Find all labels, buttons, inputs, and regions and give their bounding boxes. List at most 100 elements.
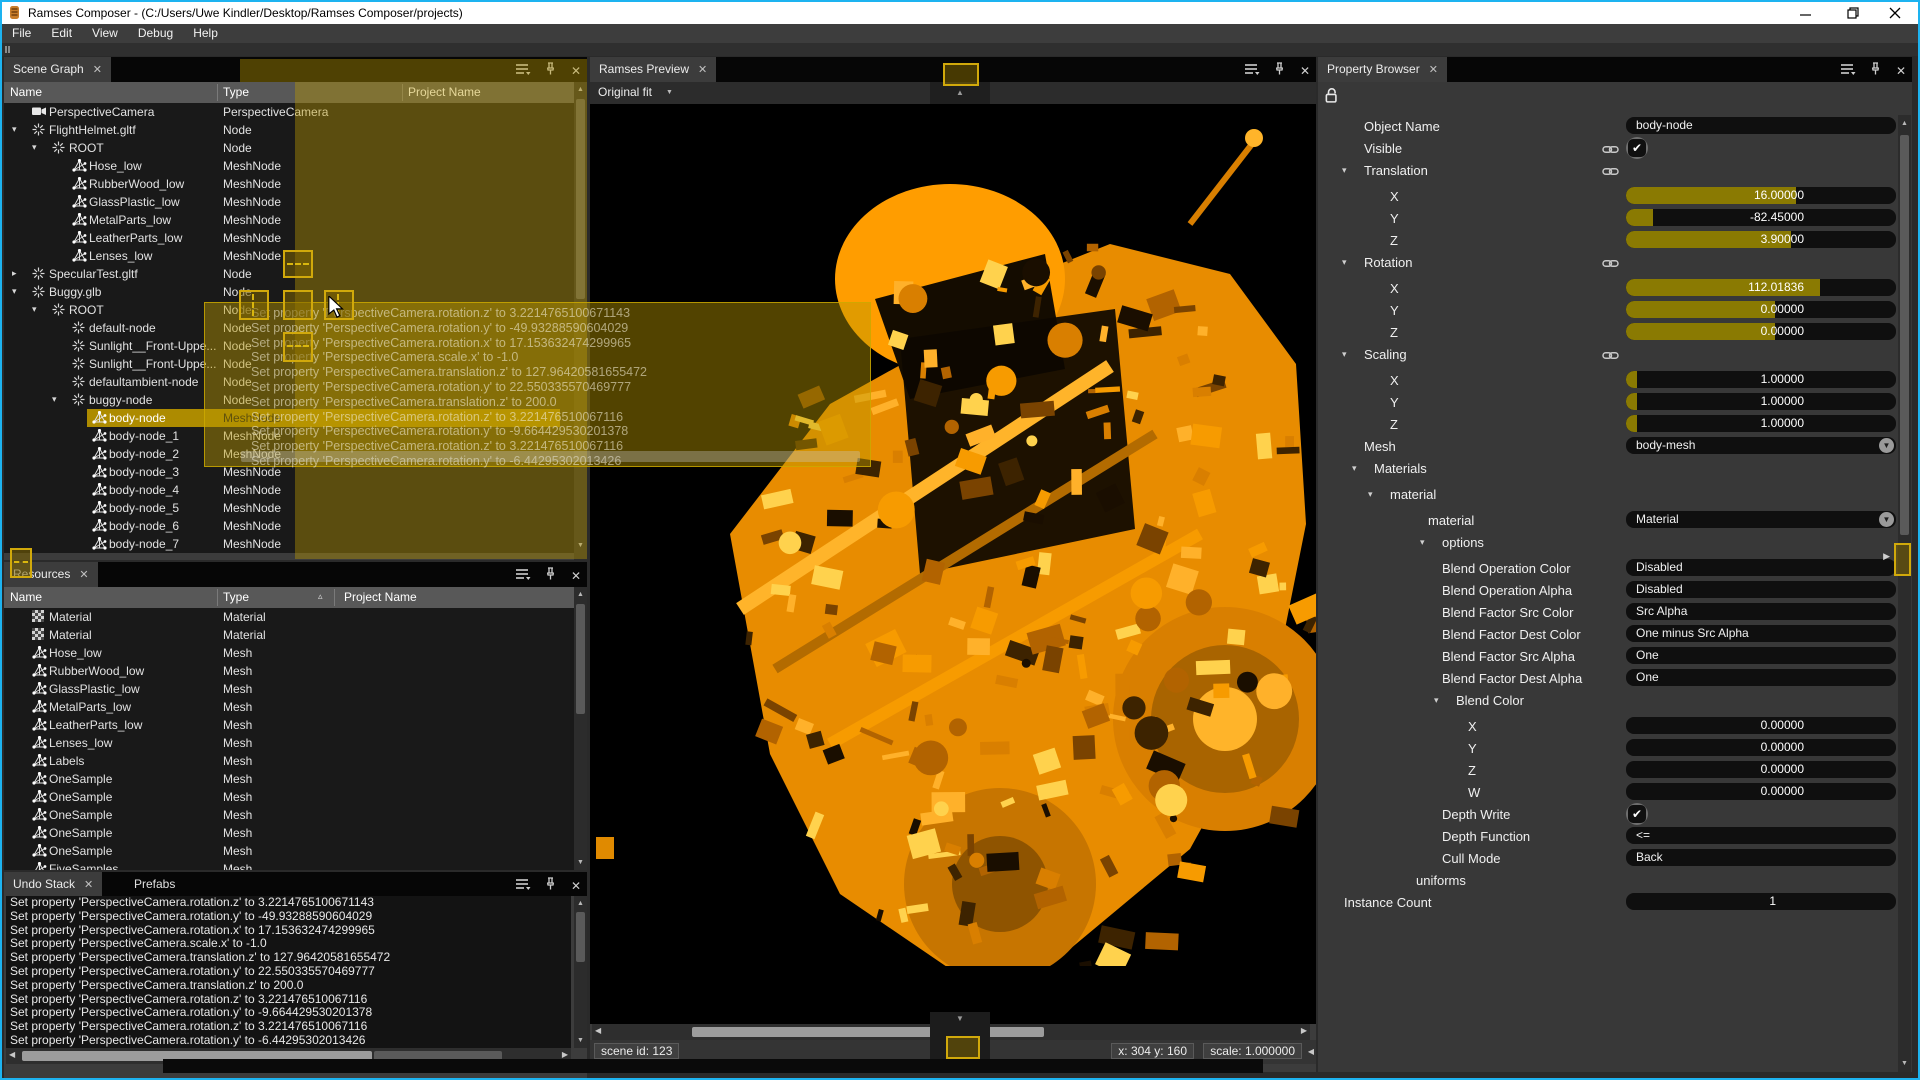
scroll-down-icon[interactable]: ▼: [574, 539, 587, 552]
scrollbar-thumb[interactable]: [576, 604, 585, 714]
table-row[interactable]: MaterialMaterial: [4, 626, 574, 644]
close-icon[interactable]: [1878, 2, 1912, 24]
column-header-type[interactable]: Type: [223, 85, 249, 99]
close-icon[interactable]: ✕: [571, 64, 581, 78]
table-row[interactable]: OneSampleMesh: [4, 770, 574, 788]
tab-resources[interactable]: Resources✕: [4, 562, 98, 587]
scroll-left-icon[interactable]: ◀: [595, 1026, 601, 1035]
table-row[interactable]: body-node_4MeshNode: [4, 481, 574, 499]
scroll-left-icon[interactable]: ◀: [9, 1050, 15, 1059]
table-row[interactable]: LeatherParts_lowMeshNode: [4, 229, 574, 247]
value-slider[interactable]: 1: [1626, 893, 1896, 910]
enum-field[interactable]: One: [1626, 669, 1896, 686]
close-icon[interactable]: ✕: [1896, 64, 1906, 78]
table-row[interactable]: OneSampleMesh: [4, 842, 574, 860]
enum-field[interactable]: One: [1626, 647, 1896, 664]
table-row[interactable]: ▾ROOTNode: [4, 139, 574, 157]
close-icon[interactable]: ✕: [571, 879, 581, 893]
caret-icon[interactable]: ▾: [1352, 463, 1357, 474]
link-icon[interactable]: [1602, 256, 1619, 274]
table-row[interactable]: LeatherParts_lowMesh: [4, 716, 574, 734]
table-row[interactable]: MetalParts_lowMeshNode: [4, 211, 574, 229]
scrollbar-vertical[interactable]: ▲ ▼: [574, 82, 587, 560]
tab-prefabs[interactable]: Prefabs: [122, 872, 187, 897]
value-slider[interactable]: 16.00000: [1626, 187, 1896, 204]
dropdown-field[interactable]: Material▼: [1626, 511, 1896, 528]
close-icon[interactable]: ✕: [1429, 64, 1438, 76]
value-slider[interactable]: 0.00000: [1626, 739, 1896, 756]
enum-field[interactable]: Src Alpha: [1626, 603, 1896, 620]
table-row[interactable]: ▾FlightHelmet.gltfNode: [4, 121, 574, 139]
caret-icon[interactable]: ▸: [12, 268, 17, 279]
column-separator[interactable]: [217, 589, 218, 606]
close-icon[interactable]: ✕: [698, 64, 707, 76]
scrollbar-vertical[interactable]: ▲ ▼: [1898, 115, 1911, 1072]
scroll-up-icon[interactable]: ▲: [574, 83, 587, 96]
text-field[interactable]: body-node: [1626, 117, 1896, 134]
link-icon[interactable]: [1602, 142, 1619, 160]
preview-viewport[interactable]: [590, 104, 1316, 1024]
column-separator[interactable]: [334, 589, 335, 606]
table-row[interactable]: OneSampleMesh: [4, 806, 574, 824]
pin-icon[interactable]: [545, 877, 556, 895]
table-row[interactable]: ▾buggy-nodeNode: [4, 391, 574, 409]
table-row[interactable]: body-node_1MeshNode: [4, 427, 574, 445]
menu-item-edit[interactable]: Edit: [41, 24, 82, 43]
minimize-icon[interactable]: [1788, 2, 1822, 24]
dock-collapse-button[interactable]: ▼: [930, 1012, 990, 1060]
value-slider[interactable]: 0.00000: [1626, 761, 1896, 778]
scrollbar-thumb[interactable]: [576, 99, 585, 299]
menu-item-view[interactable]: View: [82, 24, 128, 43]
table-row[interactable]: RubberWood_lowMeshNode: [4, 175, 574, 193]
enum-field[interactable]: Disabled: [1626, 559, 1896, 576]
chevron-down-icon[interactable]: ▼: [1879, 512, 1894, 527]
column-separator[interactable]: [217, 84, 218, 101]
column-header-project-name[interactable]: Project Name: [344, 590, 417, 604]
tab-undo-stack[interactable]: Undo Stack✕: [4, 872, 102, 896]
link-icon[interactable]: [1602, 348, 1619, 366]
menu-icon[interactable]: [1244, 62, 1260, 80]
table-row[interactable]: MaterialMaterial: [4, 608, 574, 626]
menu-icon[interactable]: [515, 567, 531, 585]
caret-icon[interactable]: ▾: [52, 394, 57, 405]
tab-property-browser[interactable]: Property Browser✕: [1318, 57, 1447, 82]
caret-icon[interactable]: ▾: [12, 286, 17, 297]
checkbox[interactable]: ✔: [1626, 803, 1648, 825]
table-row[interactable]: GlassPlastic_lowMesh: [4, 680, 574, 698]
scroll-down-icon[interactable]: ▼: [574, 856, 587, 869]
tab-ramses-preview[interactable]: Ramses Preview✕: [590, 57, 716, 82]
table-row[interactable]: Hose_lowMesh: [4, 644, 574, 662]
pin-icon[interactable]: [545, 567, 556, 585]
table-row[interactable]: Sunlight__Front-Uppe...Node: [4, 355, 574, 373]
value-slider[interactable]: 1.00000: [1626, 371, 1896, 388]
scroll-right-icon[interactable]: ▶: [1883, 551, 1890, 562]
table-row[interactable]: MetalParts_lowMesh: [4, 698, 574, 716]
table-row[interactable]: body-node_6MeshNode: [4, 517, 574, 535]
splitter-grip[interactable]: [5, 46, 10, 53]
close-icon[interactable]: ✕: [571, 569, 581, 583]
table-row[interactable]: defaultambient-nodeNode: [4, 373, 574, 391]
menu-icon[interactable]: [1840, 62, 1856, 80]
link-icon[interactable]: [1602, 164, 1619, 182]
table-row[interactable]: OneSampleMesh: [4, 788, 574, 806]
table-row[interactable]: ▾Buggy.glbNode: [4, 283, 574, 301]
table-row[interactable]: PerspectiveCameraPerspectiveCamera: [4, 103, 574, 121]
zoom-mode-select[interactable]: Original fit: [598, 85, 652, 99]
table-row[interactable]: default-nodeNode: [4, 319, 574, 337]
caret-icon[interactable]: ▾: [1434, 695, 1439, 706]
enum-field[interactable]: <=: [1626, 827, 1896, 844]
caret-icon[interactable]: ▾: [32, 304, 37, 315]
scrollbar-thumb[interactable]: [576, 912, 585, 962]
value-slider[interactable]: 0.00000: [1626, 717, 1896, 734]
chevron-down-icon[interactable]: ▼: [1879, 438, 1894, 453]
table-row[interactable]: ▾ROOTNode: [4, 301, 574, 319]
table-row[interactable]: FiveSamplesMesh: [4, 860, 574, 870]
scrollbar-vertical[interactable]: ▲ ▼: [574, 896, 587, 1048]
value-slider[interactable]: 112.01836: [1626, 279, 1896, 296]
menu-icon[interactable]: [515, 877, 531, 895]
caret-icon[interactable]: ▾: [1420, 537, 1425, 548]
pin-icon[interactable]: [1274, 62, 1285, 80]
caret-icon[interactable]: ▾: [1368, 489, 1373, 500]
scroll-down-icon[interactable]: ▼: [574, 1034, 587, 1047]
menu-icon[interactable]: [515, 62, 531, 80]
